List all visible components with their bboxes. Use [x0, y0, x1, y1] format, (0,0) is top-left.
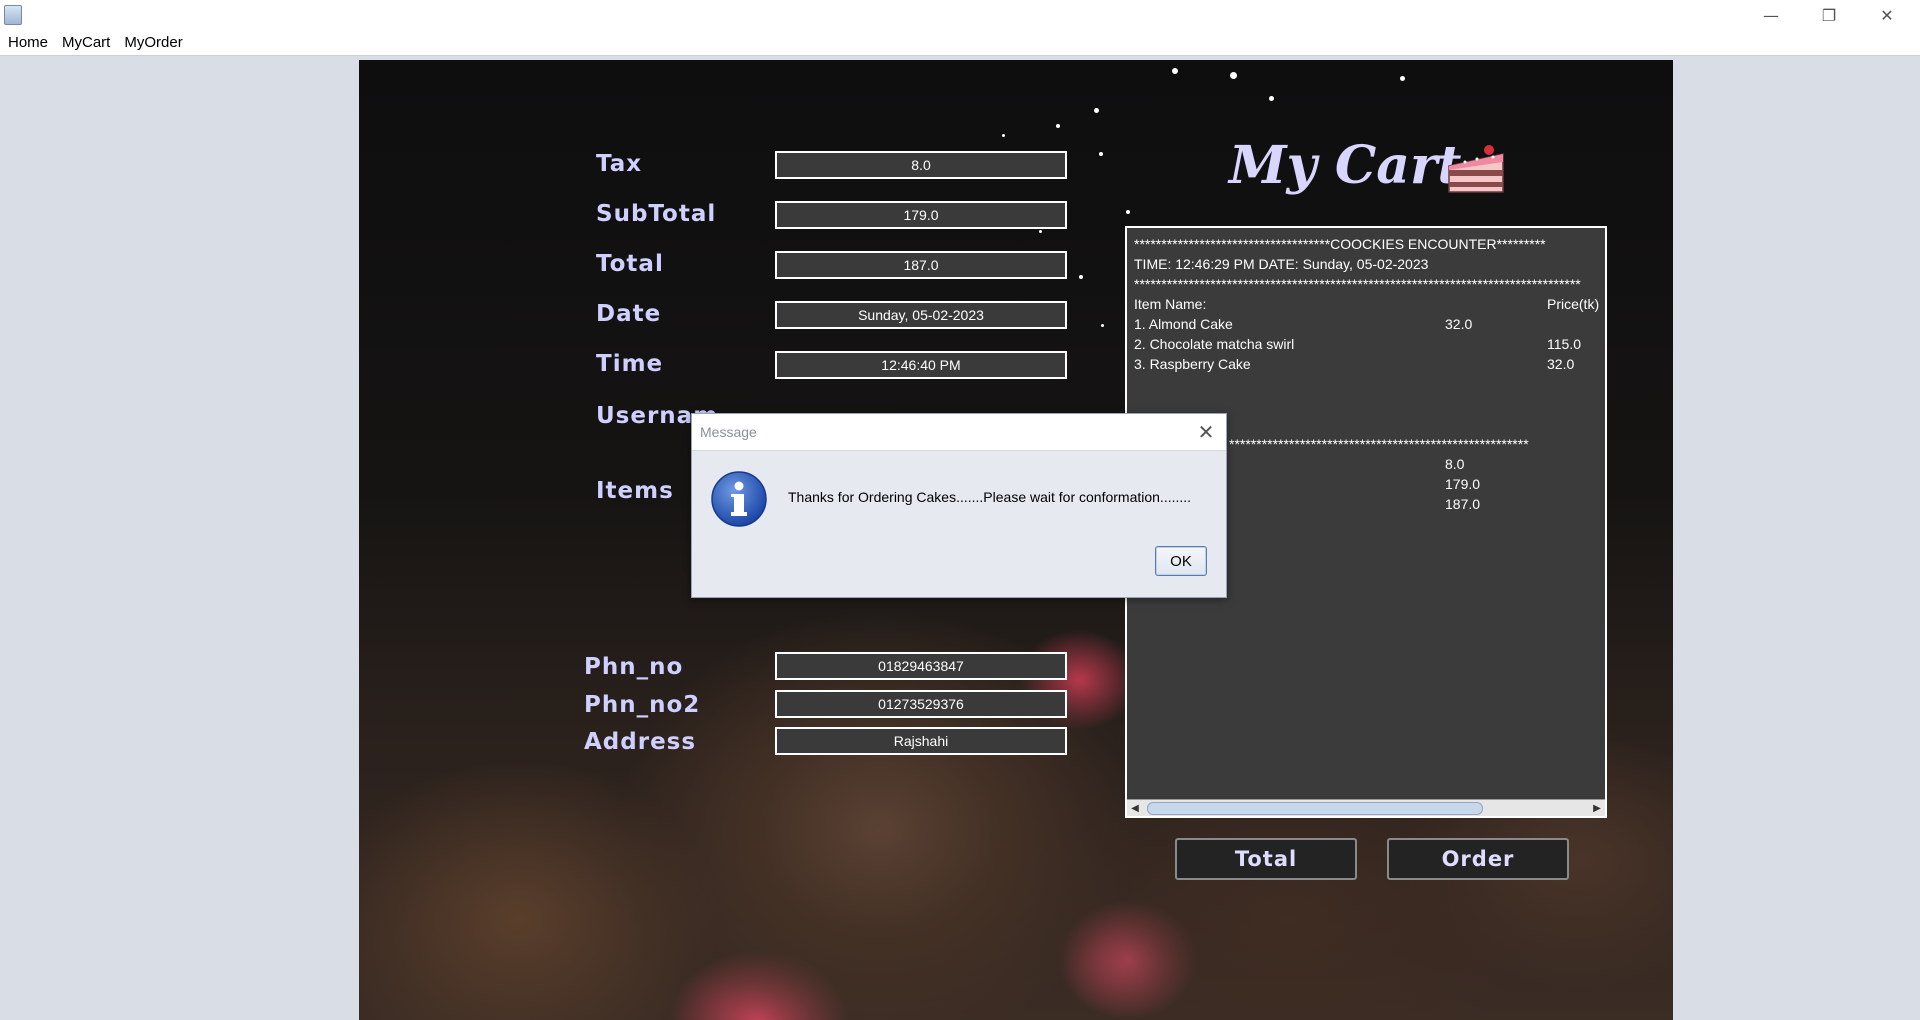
receipt-divider: ****************************************…: [1134, 276, 1581, 292]
ok-button[interactable]: OK: [1155, 546, 1207, 576]
close-icon[interactable]: ✕: [1194, 420, 1218, 444]
sugar-sparkle: [1101, 324, 1104, 327]
sugar-sparkle: [1002, 134, 1005, 137]
receipt-item-price: 32.0: [1547, 356, 1575, 372]
dialog-message: Thanks for Ordering Cakes.......Please w…: [788, 489, 1192, 505]
subtotal-field[interactable]: 179.0: [775, 201, 1067, 229]
menu-bar: Home MyCart MyOrder: [0, 30, 1920, 56]
receipt-price-header: Price(tk): [1547, 296, 1600, 312]
tax-field[interactable]: 8.0: [775, 151, 1067, 179]
receipt-item-name-header: Item Name:: [1134, 296, 1207, 312]
sugar-sparkle: [1056, 124, 1060, 128]
java-cup-icon[interactable]: [4, 5, 22, 25]
tax-label: Tax: [596, 151, 643, 177]
sugar-sparkle: [1172, 68, 1178, 74]
cake-icon: [1448, 145, 1504, 193]
sugar-sparkle: [1269, 96, 1274, 101]
receipt-divider-2: ****************************************…: [1229, 436, 1529, 452]
close-window-icon[interactable]: ✕: [1858, 0, 1916, 30]
date-field[interactable]: Sunday, 05-02-2023: [775, 301, 1067, 329]
sugar-sparkle: [1126, 210, 1130, 214]
sugar-sparkle: [1039, 230, 1042, 233]
date-label: Date: [596, 301, 662, 327]
receipt-item: 1. Almond Cake: [1134, 316, 1233, 332]
receipt-timestamp: TIME: 12:46:29 PM DATE: Sunday, 05-02-20…: [1134, 256, 1429, 272]
receipt-item-price: 115.0: [1547, 336, 1581, 352]
scroll-right-arrow-icon[interactable]: ▶: [1589, 800, 1605, 816]
sugar-sparkle: [1230, 72, 1237, 79]
receipt-header: ************************************COOC…: [1134, 236, 1546, 252]
total-label: Total: [596, 251, 664, 277]
menu-home[interactable]: Home: [6, 34, 50, 51]
phone-label: Phn_no: [584, 654, 684, 680]
minimize-icon[interactable]: —: [1742, 0, 1800, 30]
window-titlebar: — ❐ ✕: [0, 0, 1920, 30]
time-label: Time: [596, 351, 664, 377]
receipt-tax-value: 8.0: [1445, 456, 1465, 472]
items-label: Items: [596, 478, 674, 504]
phone2-field[interactable]: 01273529376: [775, 690, 1067, 718]
sugar-sparkle: [1094, 108, 1099, 113]
receipt-item: 2. Chocolate matcha swirl: [1134, 336, 1295, 352]
receipt-item-price: 32.0: [1445, 316, 1473, 332]
sugar-sparkle: [1400, 76, 1405, 81]
page-title: My Cart: [1229, 135, 1462, 196]
time-field[interactable]: 12:46:40 PM: [775, 351, 1067, 379]
receipt-subtotal-value: 179.0: [1445, 476, 1481, 492]
subtotal-label: SubTotal: [596, 201, 717, 227]
message-dialog: Message ✕ Thanks for Ordering Cakes.....…: [691, 413, 1227, 598]
menu-mycart[interactable]: MyCart: [60, 34, 112, 51]
order-button[interactable]: Order: [1387, 838, 1569, 880]
sugar-sparkle: [1079, 275, 1083, 279]
sugar-sparkle: [1099, 152, 1103, 156]
receipt-item: 3. Raspberry Cake: [1134, 356, 1251, 372]
phone2-label: Phn_no2: [584, 692, 701, 718]
receipt-total-value: 187.0: [1445, 496, 1481, 512]
horizontal-scrollbar[interactable]: ◀ ▶: [1127, 799, 1605, 816]
total-button[interactable]: Total: [1175, 838, 1357, 880]
scroll-left-arrow-icon[interactable]: ◀: [1127, 800, 1143, 816]
scrollbar-thumb[interactable]: [1147, 802, 1483, 815]
address-field[interactable]: Rajshahi: [775, 727, 1067, 755]
total-field[interactable]: 187.0: [775, 251, 1067, 279]
dialog-title: Message: [700, 424, 757, 440]
maximize-icon[interactable]: ❐: [1800, 0, 1858, 30]
menu-myorder[interactable]: MyOrder: [122, 34, 184, 51]
phone-field[interactable]: 01829463847: [775, 652, 1067, 680]
information-icon: [711, 471, 767, 527]
dialog-titlebar: Message ✕: [692, 414, 1226, 451]
address-label: Address: [584, 729, 697, 755]
